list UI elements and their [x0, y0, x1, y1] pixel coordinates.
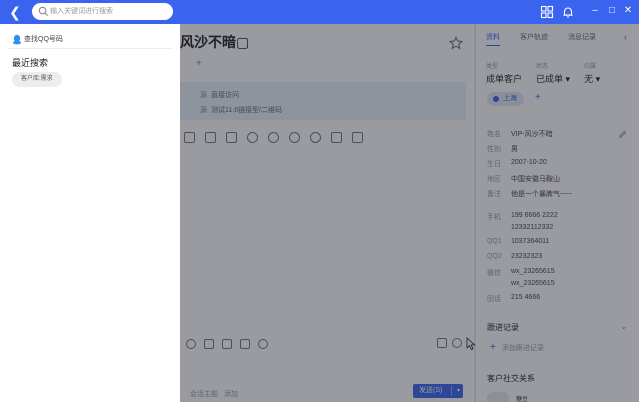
recent-search-chip[interactable]: 客户库:需求: [12, 72, 62, 87]
search-input[interactable]: [50, 5, 168, 18]
close-icon[interactable]: ✕: [622, 4, 634, 18]
recent-search-title: 最近搜索: [12, 58, 49, 68]
qq-penguin-icon: [13, 34, 21, 44]
minimize-icon[interactable]: –: [589, 4, 601, 18]
grid-icon[interactable]: [540, 5, 554, 19]
qq-search-option[interactable]: 查找QQ号码: [12, 33, 63, 45]
search-box[interactable]: [32, 3, 173, 20]
maximize-icon[interactable]: □: [606, 4, 618, 18]
search-dropdown: 查找QQ号码 最近搜索 客户库:需求: [0, 24, 180, 402]
back-icon[interactable]: ❮: [8, 4, 22, 20]
search-icon: [38, 6, 49, 17]
bell-icon[interactable]: [561, 5, 575, 19]
qq-search-label: 查找QQ号码: [24, 36, 63, 43]
title-bar: ❮ – □ ✕: [0, 0, 639, 24]
divider: [8, 48, 172, 49]
